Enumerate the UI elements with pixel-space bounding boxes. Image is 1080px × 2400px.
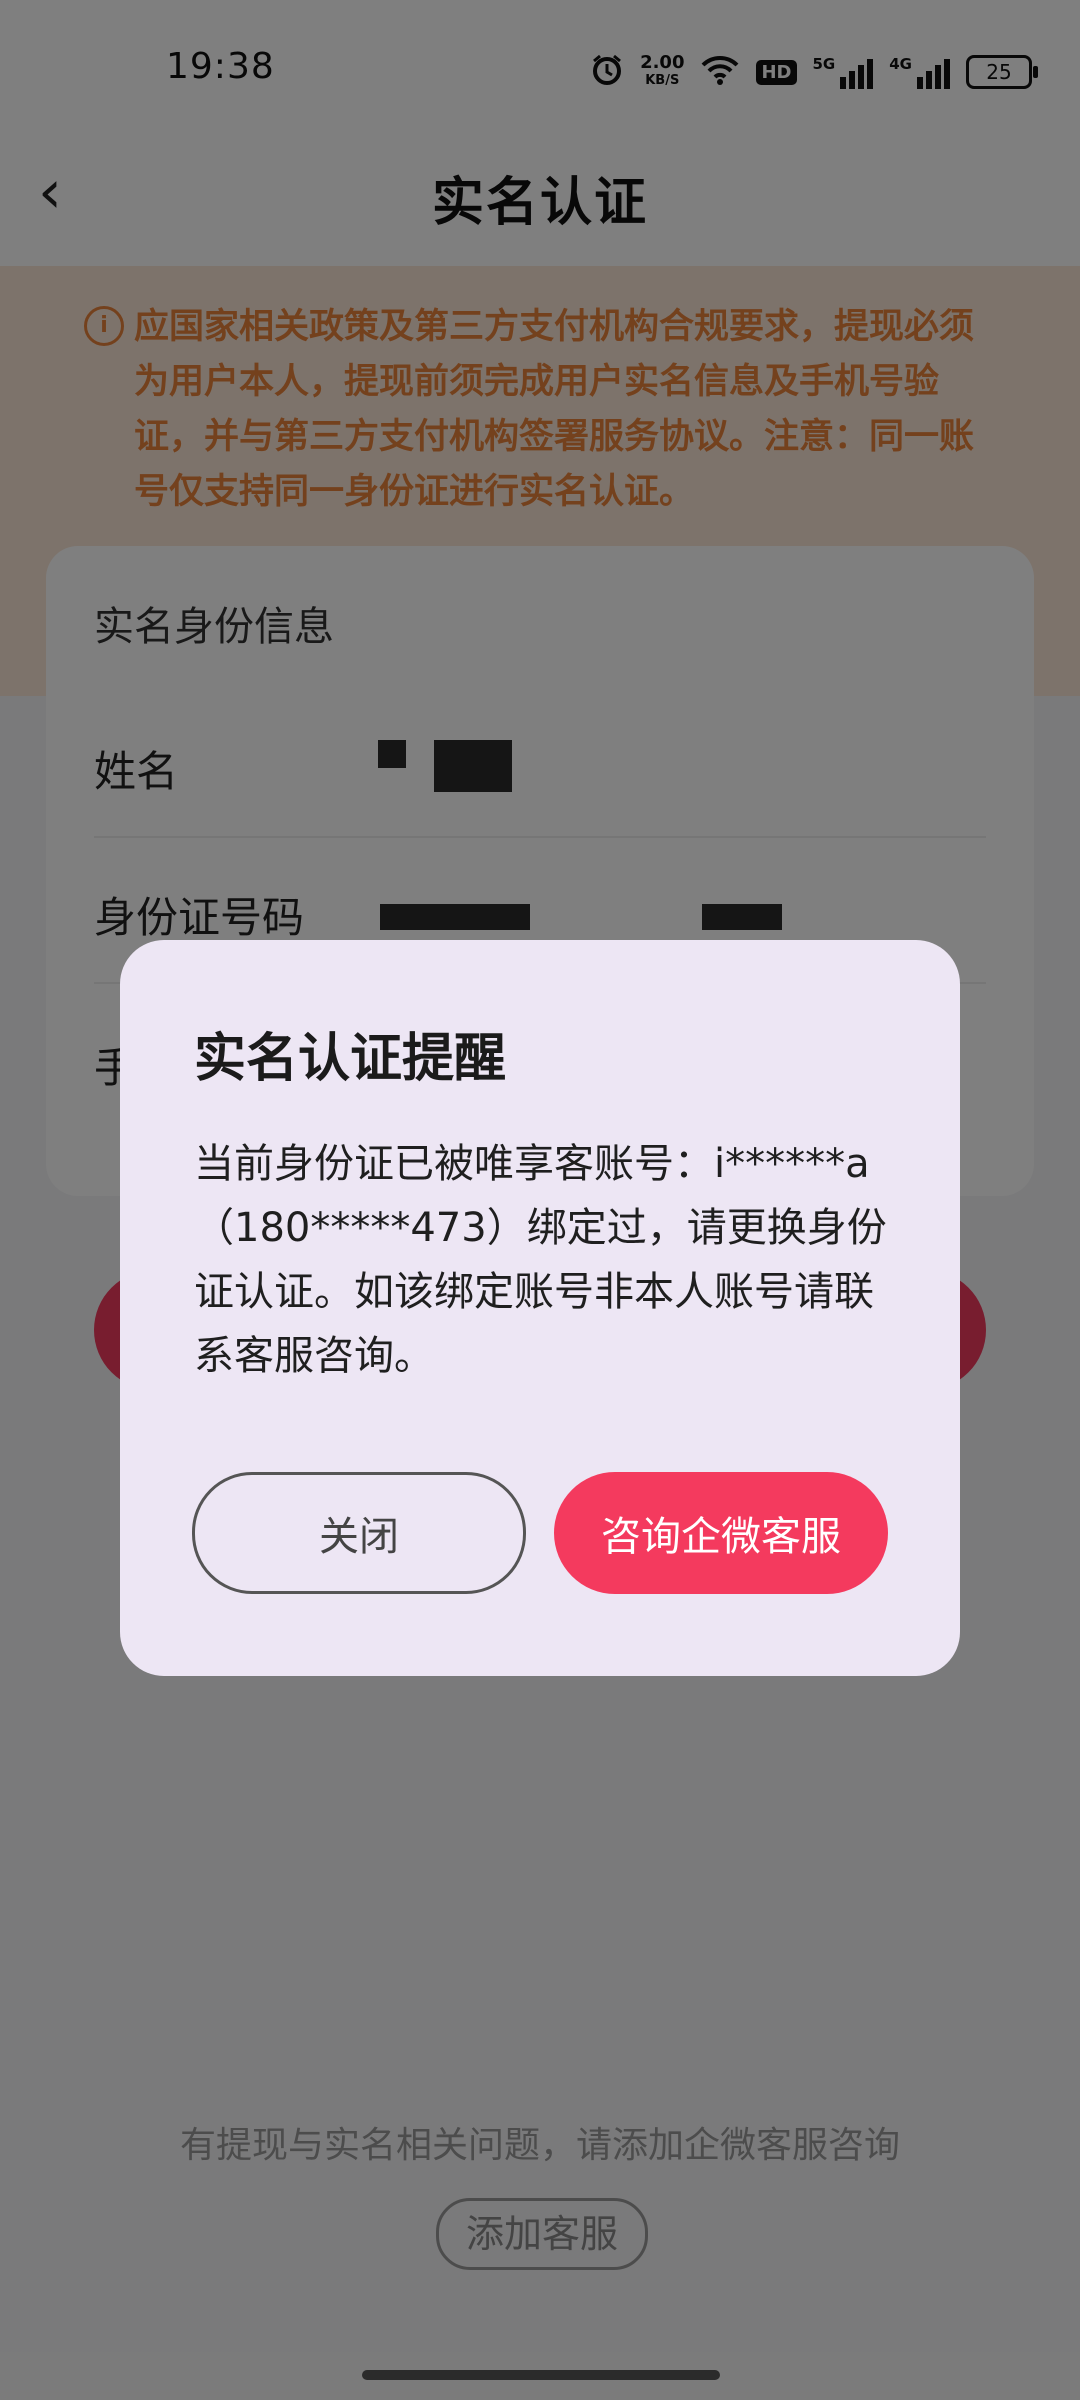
consult-service-button[interactable]: 咨询企微客服 xyxy=(554,1472,888,1594)
dialog-title: 实名认证提醒 xyxy=(194,1029,507,1089)
home-indicator[interactable] xyxy=(362,2370,720,2380)
close-button[interactable]: 关闭 xyxy=(192,1472,526,1594)
dialog-message: 当前身份证已被唯享客账号：i******a（180*****473）绑定过，请更… xyxy=(194,1141,887,1379)
